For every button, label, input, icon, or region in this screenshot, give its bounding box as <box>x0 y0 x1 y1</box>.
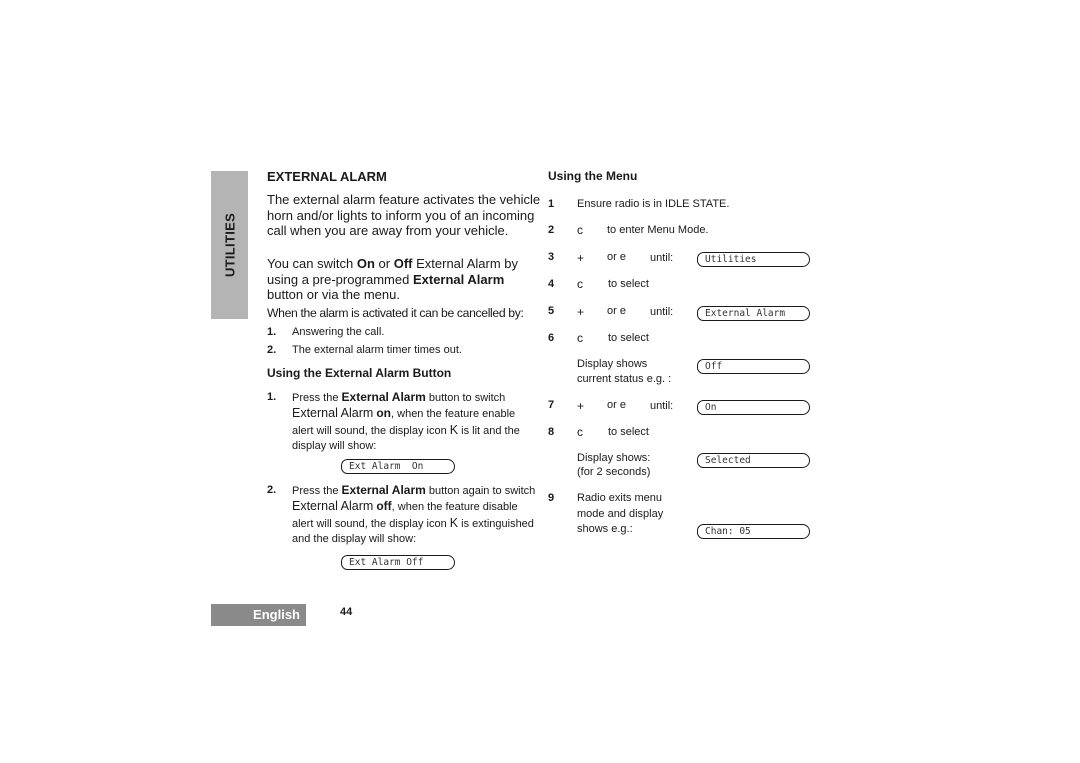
language-label: English <box>253 607 300 622</box>
alarm-display-icon: K <box>449 515 459 530</box>
step-number: 4 <box>548 278 555 290</box>
list-text: Answering the call. <box>292 326 385 338</box>
text: Press the <box>292 485 342 497</box>
select-key-icon: c <box>577 331 583 345</box>
step-text: to select <box>608 426 649 438</box>
feature-term: External Alarm <box>292 499 374 514</box>
scroll-down-key-text: or e <box>607 399 626 411</box>
step-number: 8 <box>548 426 555 438</box>
list-number: 1. <box>267 326 277 338</box>
step-text: to enter Menu Mode. <box>607 224 709 236</box>
step-number: 1 <box>548 198 555 210</box>
list-number: 2. <box>267 344 277 356</box>
step-text: Display shows: <box>577 452 651 464</box>
feature-term: External Alarm <box>292 406 374 421</box>
step-number: 3 <box>548 251 555 263</box>
text: button again to switch <box>425 485 536 497</box>
lcd-display-off: Off <box>697 359 810 374</box>
select-key-icon: c <box>577 223 583 237</box>
step-number: 2 <box>548 224 555 236</box>
alarm-display-icon: K <box>449 422 459 437</box>
section-tab-label: UTILITIES <box>222 212 237 278</box>
step-number: 1. <box>267 391 277 403</box>
text: or <box>374 256 394 271</box>
button-term: External Alarm <box>412 271 505 287</box>
button-step: 1. Press the External Alarm button to sw… <box>267 390 537 454</box>
step-number: 5 <box>548 305 555 317</box>
lcd-display-utilities: Utilities <box>697 252 810 267</box>
state-term: on <box>376 406 392 421</box>
scroll-up-key-icon: + <box>577 305 585 319</box>
step-text: Radio exits menu <box>577 492 662 504</box>
step-text: (for 2 seconds) <box>577 466 651 478</box>
until-label: until: <box>650 252 674 264</box>
step-text: to select <box>608 278 649 290</box>
text: button or via the menu. <box>267 287 400 302</box>
text: button to switch <box>425 392 506 404</box>
step-text: Ensure radio is in IDLE STATE. <box>577 198 730 210</box>
scroll-down-key-text: or e <box>607 251 626 263</box>
page-number: 44 <box>340 606 353 618</box>
lcd-display-ext-alarm-on: Ext Alarm On <box>341 459 455 474</box>
section-title: EXTERNAL ALARM <box>267 169 387 184</box>
lcd-display-ext-alarm-off: Ext Alarm Off <box>341 555 455 570</box>
lcd-display-on: On <box>697 400 810 415</box>
scroll-up-key-icon: + <box>577 251 585 265</box>
lcd-display-external-alarm: External Alarm <box>697 306 810 321</box>
text: You can switch <box>267 256 357 271</box>
step-text: to select <box>608 332 649 344</box>
lcd-display-channel: Chan: 05 <box>697 524 810 539</box>
button-term: External Alarm <box>341 483 426 497</box>
scroll-down-key-text: or e <box>607 305 626 317</box>
step-text: mode and display <box>577 508 664 520</box>
step-number: 2. <box>267 484 277 496</box>
button-term: External Alarm <box>341 390 426 404</box>
step-text: Display shows <box>577 358 648 370</box>
step-number: 9 <box>548 492 555 504</box>
state-term: off <box>376 499 392 514</box>
step-number: 6 <box>548 332 555 344</box>
on-term: On <box>356 256 375 271</box>
switch-paragraph: You can switch On or Off External Alarm … <box>267 256 542 303</box>
select-key-icon: c <box>577 425 583 439</box>
button-step: 2. Press the External Alarm button again… <box>267 483 537 547</box>
off-term: Off <box>393 256 413 271</box>
button-section-heading: Using the External Alarm Button <box>267 366 452 380</box>
intro-paragraph: The external alarm feature activates the… <box>267 192 541 238</box>
section-tab: UTILITIES <box>211 171 248 319</box>
step-text: current status e.g. : <box>577 373 672 385</box>
menu-section-heading: Using the Menu <box>548 169 638 183</box>
cancel-intro: When the alarm is activated it can be ca… <box>267 306 524 320</box>
language-tab: English <box>211 604 306 626</box>
until-label: until: <box>650 400 674 412</box>
step-number: 7 <box>548 399 555 411</box>
step-text: shows e.g.: <box>577 523 633 535</box>
select-key-icon: c <box>577 277 583 291</box>
text: Press the <box>292 392 342 404</box>
list-text: The external alarm timer times out. <box>292 344 462 356</box>
scroll-up-key-icon: + <box>577 399 585 413</box>
lcd-display-selected: Selected <box>697 453 810 468</box>
until-label: until: <box>650 306 674 318</box>
